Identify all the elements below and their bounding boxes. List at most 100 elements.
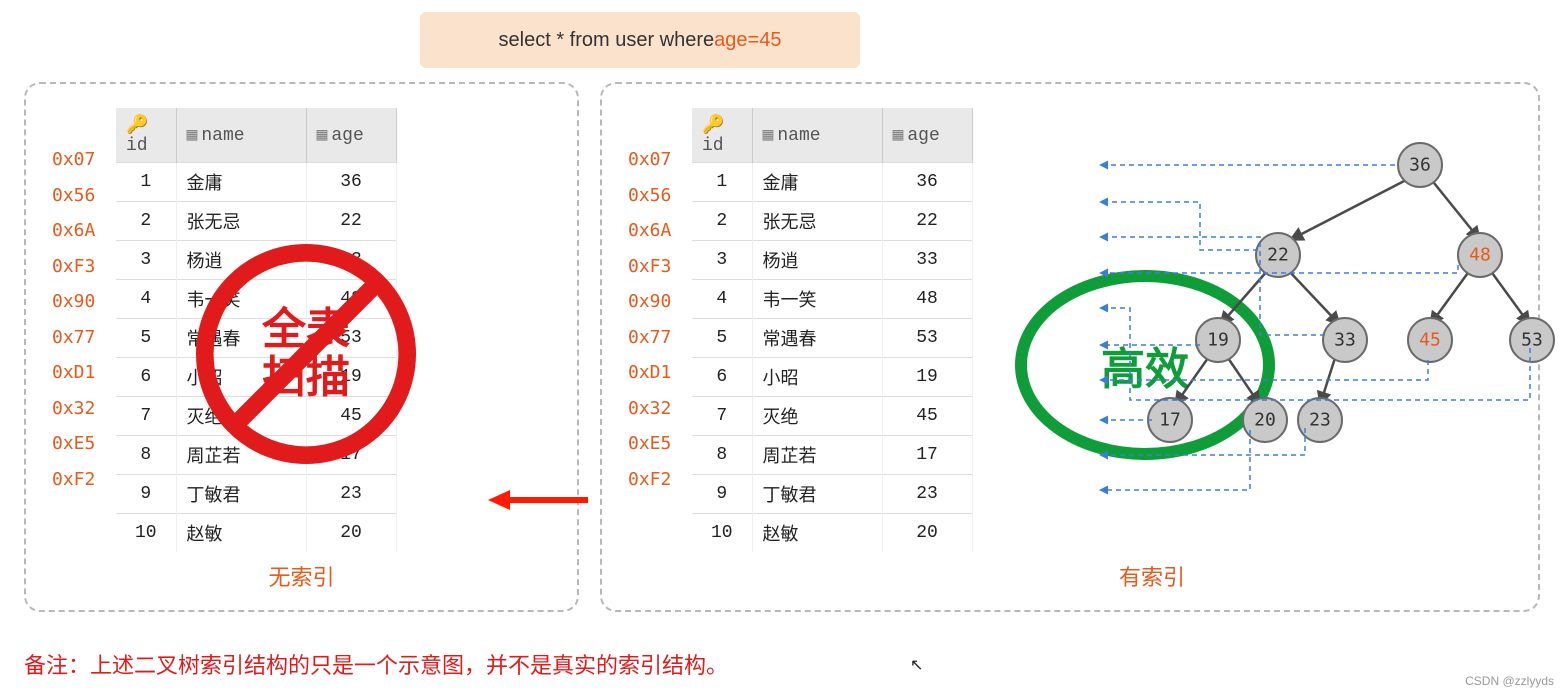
cell-age: 36 bbox=[306, 163, 396, 202]
cell-name: 杨逍 bbox=[752, 241, 882, 280]
table-row: 8周芷若17 bbox=[692, 436, 972, 475]
tree-node-48: 48 bbox=[1458, 233, 1502, 277]
addr-column-right: 0x070x560x6A0xF30x900x770xD10x320xE50xF2 bbox=[628, 142, 671, 497]
svg-text:48: 48 bbox=[1469, 245, 1491, 266]
cell-age: 19 bbox=[882, 358, 972, 397]
tree-node-36: 36 bbox=[1398, 143, 1442, 187]
table-row: 1金庸36 bbox=[116, 163, 396, 202]
addr-label: 0x56 bbox=[52, 178, 95, 214]
addr-label: 0xF2 bbox=[628, 462, 671, 498]
table-row: 6小昭19 bbox=[692, 358, 972, 397]
addr-label: 0x07 bbox=[52, 142, 95, 178]
cell-id: 1 bbox=[692, 163, 752, 202]
col-name-header: ▦name bbox=[752, 108, 882, 163]
addr-label: 0x90 bbox=[52, 284, 95, 320]
cell-id: 1 bbox=[116, 163, 176, 202]
addr-label: 0xF3 bbox=[628, 249, 671, 285]
addr-label: 0xF3 bbox=[52, 249, 95, 285]
cursor-icon: ↖ bbox=[910, 655, 923, 675]
tree-node-19: 19 bbox=[1196, 318, 1240, 362]
cell-name: 赵敏 bbox=[176, 514, 306, 553]
cell-age: 20 bbox=[306, 514, 396, 553]
column-icon: ▦ bbox=[763, 126, 774, 146]
svg-text:22: 22 bbox=[1267, 245, 1289, 266]
cell-name: 周芷若 bbox=[752, 436, 882, 475]
cell-name: 丁敏君 bbox=[176, 475, 306, 514]
svg-text:33: 33 bbox=[1334, 330, 1356, 351]
table-row: 9丁敏君23 bbox=[692, 475, 972, 514]
addr-label: 0xD1 bbox=[628, 355, 671, 391]
cell-id: 4 bbox=[692, 280, 752, 319]
cell-name: 赵敏 bbox=[752, 514, 882, 553]
svg-text:45: 45 bbox=[1419, 330, 1441, 351]
red-arrow-icon bbox=[488, 488, 588, 512]
cell-age: 22 bbox=[882, 202, 972, 241]
tree-node-33: 33 bbox=[1323, 318, 1367, 362]
svg-text:20: 20 bbox=[1254, 410, 1276, 431]
table-row: 1金庸36 bbox=[692, 163, 972, 202]
addr-label: 0xD1 bbox=[52, 355, 95, 391]
data-table-right: 🔑id ▦name ▦age 1金庸362张无忌223杨逍334韦一笑485常遇… bbox=[692, 108, 973, 552]
cell-id: 5 bbox=[692, 319, 752, 358]
cell-id: 6 bbox=[116, 358, 176, 397]
cell-id: 8 bbox=[692, 436, 752, 475]
sql-cond-op: = bbox=[748, 29, 760, 52]
sql-query-box: select * from user where age = 45 bbox=[420, 12, 860, 68]
cell-name: 金庸 bbox=[752, 163, 882, 202]
svg-text:17: 17 bbox=[1159, 410, 1181, 431]
table-row: 10赵敏20 bbox=[692, 514, 972, 553]
col-age-header: ▦age bbox=[882, 108, 972, 163]
svg-text:53: 53 bbox=[1521, 330, 1543, 351]
cell-name: 灭绝 bbox=[752, 397, 882, 436]
cell-id: 10 bbox=[692, 514, 752, 553]
addr-label: 0x77 bbox=[52, 320, 95, 356]
cell-age: 53 bbox=[882, 319, 972, 358]
index-tree: 36 22 48 19 33 45 53 17 20 23 bbox=[1120, 130, 1540, 470]
col-id-header: 🔑id bbox=[692, 108, 752, 163]
svg-text:36: 36 bbox=[1409, 155, 1431, 176]
table-row: 5常遇春53 bbox=[692, 319, 972, 358]
cell-id: 2 bbox=[116, 202, 176, 241]
column-icon: ▦ bbox=[187, 126, 198, 146]
cell-id: 3 bbox=[116, 241, 176, 280]
sql-cond-val: 45 bbox=[759, 29, 781, 52]
col-name-header: ▦name bbox=[176, 108, 306, 163]
addr-label: 0x32 bbox=[628, 391, 671, 427]
cell-id: 9 bbox=[692, 475, 752, 514]
table-row: 7灭绝45 bbox=[692, 397, 972, 436]
cell-name: 金庸 bbox=[176, 163, 306, 202]
sql-prefix: select * from user where bbox=[499, 29, 715, 52]
panel-no-index: 0x070x560x6A0xF30x900x770xD10x320xE50xF2… bbox=[24, 82, 579, 612]
addr-label: 0x6A bbox=[52, 213, 95, 249]
addr-label: 0xF2 bbox=[52, 462, 95, 498]
column-icon: ▦ bbox=[317, 126, 328, 146]
col-age-header: ▦age bbox=[306, 108, 396, 163]
cell-name: 丁敏君 bbox=[752, 475, 882, 514]
column-icon: ▦ bbox=[893, 126, 904, 146]
addr-label: 0x32 bbox=[52, 391, 95, 427]
prohibit-text: 全表 扫描 bbox=[196, 244, 416, 464]
cell-age: 23 bbox=[306, 475, 396, 514]
addr-label: 0x90 bbox=[628, 284, 671, 320]
table-row: 10赵敏20 bbox=[116, 514, 396, 553]
cell-id: 2 bbox=[692, 202, 752, 241]
cell-age: 45 bbox=[882, 397, 972, 436]
cell-id: 5 bbox=[116, 319, 176, 358]
cell-id: 9 bbox=[116, 475, 176, 514]
table-row: 3杨逍33 bbox=[692, 241, 972, 280]
cell-name: 常遇春 bbox=[752, 319, 882, 358]
key-icon: 🔑 bbox=[126, 116, 148, 136]
cell-age: 22 bbox=[306, 202, 396, 241]
addr-label: 0x6A bbox=[628, 213, 671, 249]
addr-label: 0x77 bbox=[628, 320, 671, 356]
tree-node-20: 20 bbox=[1243, 398, 1287, 442]
tree-node-53: 53 bbox=[1510, 318, 1554, 362]
cell-age: 23 bbox=[882, 475, 972, 514]
cell-id: 8 bbox=[116, 436, 176, 475]
col-id-header: 🔑id bbox=[116, 108, 176, 163]
addr-label: 0x56 bbox=[628, 178, 671, 214]
caption-left: 无索引 bbox=[26, 560, 577, 592]
cell-id: 10 bbox=[116, 514, 176, 553]
cell-id: 4 bbox=[116, 280, 176, 319]
table-row: 9丁敏君23 bbox=[116, 475, 396, 514]
